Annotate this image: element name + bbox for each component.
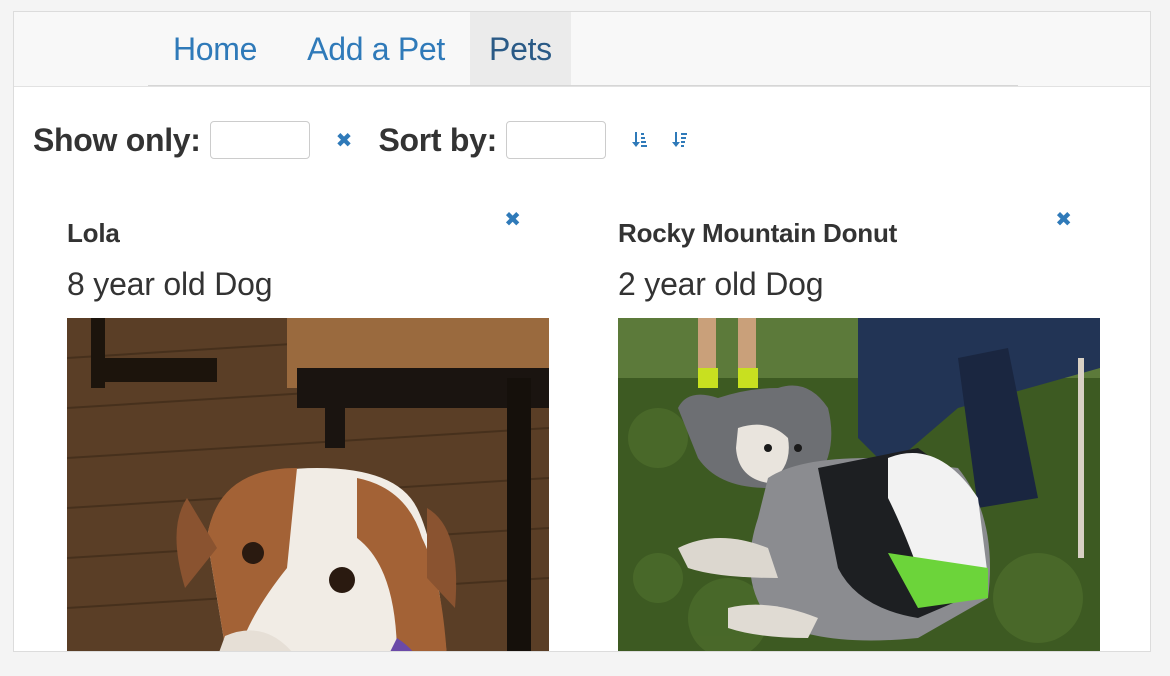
pet-description: 8 year old Dog bbox=[67, 266, 273, 302]
pet-name: Lola bbox=[67, 218, 120, 248]
sort-by-label: Sort by: bbox=[378, 121, 497, 158]
filter-toolbar: Show only: ✖ Sort by: bbox=[33, 118, 688, 162]
app-frame: Home Add a Pet Pets Show only: ✖ Sort by… bbox=[13, 11, 1151, 652]
nav-tabs: Home Add a Pet Pets bbox=[148, 12, 571, 86]
pet-card: ✖ Lola 8 year old Dog bbox=[67, 202, 549, 651]
pet-photo bbox=[618, 318, 1100, 651]
navbar: Home Add a Pet Pets bbox=[14, 12, 1150, 87]
close-icon[interactable]: ✖ bbox=[336, 128, 353, 153]
sort-ascending-icon[interactable] bbox=[631, 131, 648, 149]
show-only-label: Show only: bbox=[33, 121, 201, 158]
tab-home[interactable]: Home bbox=[148, 12, 282, 86]
pet-name: Rocky Mountain Donut bbox=[618, 218, 898, 248]
tab-add-a-pet[interactable]: Add a Pet bbox=[282, 12, 470, 86]
sort-descending-icon[interactable] bbox=[671, 131, 688, 149]
pet-description: 2 year old Dog bbox=[618, 266, 824, 302]
pet-photo bbox=[67, 318, 549, 651]
sort-by-input[interactable] bbox=[505, 121, 606, 159]
show-only-input[interactable] bbox=[209, 121, 310, 159]
nav-divider bbox=[148, 85, 1018, 86]
close-icon[interactable]: ✖ bbox=[504, 207, 521, 232]
close-icon[interactable]: ✖ bbox=[1055, 207, 1072, 232]
pet-card: ✖ Rocky Mountain Donut 2 year old Dog bbox=[618, 202, 1100, 651]
tab-pets[interactable]: Pets bbox=[470, 12, 571, 86]
